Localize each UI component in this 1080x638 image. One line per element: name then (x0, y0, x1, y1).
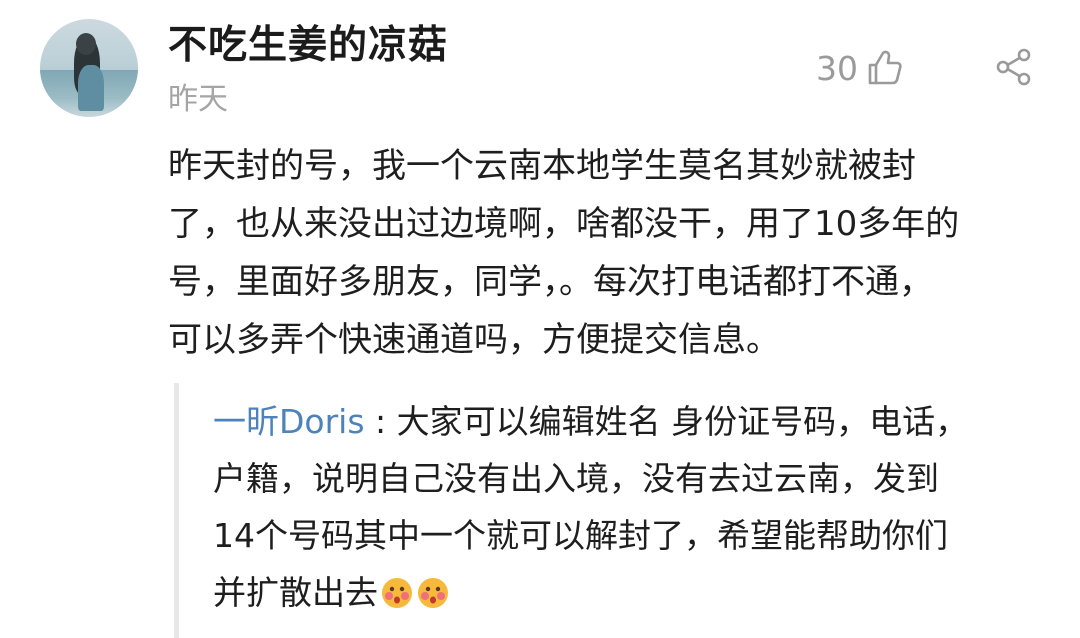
blushing-face-emoji (418, 578, 448, 608)
comment-body-line: 可以多弄个快速通道吗，方便提交信息。 (168, 320, 780, 360)
reply-first-line: 一昕Doris : 大家可以编辑姓名 身份证号码，电话， (213, 393, 1053, 450)
comment-body: 昨天封的号，我一个云南本地学生莫名其妙就被封 了，也从来没出过边境啊，啥都没干，… (168, 137, 1038, 369)
reply-line: 大家可以编辑姓名 身份证号码，电话， (396, 402, 969, 441)
user-avatar[interactable] (40, 19, 138, 117)
thumbs-up-icon (868, 50, 902, 85)
avatar-figure-body (78, 65, 104, 111)
comment-body-line: 号，里面好多朋友，同学，。每次打电话都打不通， (168, 262, 933, 302)
reply-line: 14个号码其中一个就可以解封了，希望能帮助你们 (213, 516, 948, 555)
reply-block[interactable]: 一昕Doris : 大家可以编辑姓名 身份证号码，电话， 户籍，说明自己没有出入… (174, 383, 1049, 638)
comment-body-line: 了，也从来没出过边境啊，啥都没干，用了10多年的 (168, 204, 960, 244)
reply-last-line: 并扩散出去 (213, 564, 1053, 621)
comment-username[interactable]: 不吃生姜的凉菇 (168, 14, 448, 70)
comment-body-line: 昨天封的号，我一个云南本地学生莫名其妙就被封 (168, 146, 916, 186)
share-icon[interactable] (994, 47, 1034, 87)
reply-author[interactable]: 一昕Doris (213, 402, 365, 441)
blushing-face-emoji (382, 578, 412, 608)
comment-card: 不吃生姜的凉菇 昨天 30 昨天封的号，我一个云南本地学生莫名其妙就被封 了，也… (0, 0, 1080, 638)
like-button[interactable]: 30 (816, 46, 904, 90)
reply-text: 一昕Doris : 大家可以编辑姓名 身份证号码，电话， 户籍，说明自己没有出入… (213, 393, 1053, 621)
reply-line: 户籍，说明自己没有出入境，没有去过云南，发到 (213, 459, 939, 498)
like-count: 30 (816, 48, 858, 88)
reply-line: 并扩散出去 (213, 573, 378, 612)
avatar-figure-head (76, 33, 96, 55)
reply-separator: : (364, 402, 397, 441)
comment-time: 昨天 (168, 82, 228, 117)
